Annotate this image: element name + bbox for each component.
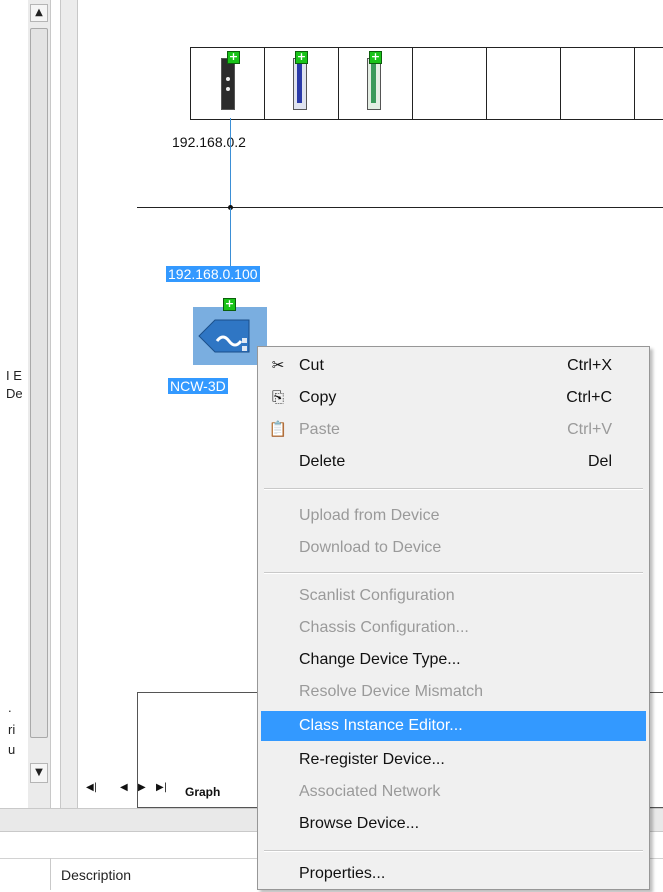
network-link [230,208,231,270]
menu-item-label: Copy [299,389,337,406]
expand-plus-icon[interactable]: + [227,51,240,64]
menu-item-shortcut: Ctrl+C [566,389,612,406]
scroll-thumb[interactable] [30,28,48,738]
left-panel [0,0,29,808]
menu-item-shortcut: Del [587,453,612,470]
menu-item-label: Associated Network [299,783,441,800]
expand-plus-icon[interactable]: + [369,51,382,64]
expand-plus-icon[interactable]: + [295,51,308,64]
chassis-slot[interactable]: + [191,48,265,119]
menu-item-associated-network[interactable]: Associated Network [261,777,646,807]
chassis-ip-label: 192.168.0.2 [172,134,246,150]
menu-item-change-device-type[interactable]: Change Device Type... [261,645,646,675]
menu-item-label: Browse Device... [299,815,420,832]
pane-splitter[interactable] [60,0,78,808]
clipped-text: I E [6,368,22,383]
context-menu: ✂ Cut Ctrl+X ⎘ Copy Ctrl+C 📋 Paste Ctrl+V Delete D… [257,346,650,890]
menu-item-resolve-device-mismatch[interactable]: Resolve Device Mismatch [261,677,646,707]
menu-item-upload-from-device[interactable]: Upload from Device [261,501,646,531]
network-bus [137,207,663,208]
menu-item-label: Change Device Type... [299,651,461,668]
copy-icon: ⎘ [271,389,284,406]
chassis-rack[interactable]: + + + [190,47,663,120]
clipped-text: u [8,742,16,757]
io-module-icon [367,58,381,110]
menu-item-label: Re-register Device... [299,751,445,768]
prev-sheet-button[interactable]: ◀ [120,782,128,793]
menu-item-label: Class Instance Editor... [299,717,463,734]
menu-item-shortcut: Ctrl+X [567,357,612,374]
menu-separator [264,850,643,852]
menu-item-copy[interactable]: ⎘ Copy Ctrl+C [261,383,646,413]
menu-item-delete[interactable]: Delete Del [261,447,646,477]
network-link [230,118,231,208]
menu-item-label: Cut [299,357,324,374]
menu-item-chassis-configuration[interactable]: Chassis Configuration... [261,613,646,643]
menu-item-label: Download to Device [299,539,442,556]
menu-item-label: Resolve Device Mismatch [299,683,484,700]
last-sheet-button[interactable]: ▶| [156,782,167,793]
tab-graph[interactable]: Graph [185,785,220,799]
next-sheet-button[interactable]: ▶ [138,782,146,793]
menu-item-properties[interactable]: Properties... [261,859,646,889]
menu-item-label: Scanlist Configuration [299,587,455,604]
clipped-text: De [6,386,23,401]
io-module-icon [293,58,307,110]
clipped-text: . [8,700,12,715]
menu-item-class-instance-editor[interactable]: Class Instance Editor... [261,711,646,741]
menu-item-cut[interactable]: ✂ Cut Ctrl+X [261,351,646,381]
device-arrow-icon [198,319,250,353]
adapter-module-icon [221,58,235,110]
first-sheet-button[interactable]: ◀| [86,782,97,793]
chassis-slot[interactable] [561,48,635,119]
chassis-slot[interactable]: + [339,48,413,119]
description-column-header[interactable]: Description [50,858,131,890]
menu-item-label: Properties... [299,865,386,882]
scroll-up-button[interactable]: ▲ [30,4,48,22]
menu-item-browse-device[interactable]: Browse Device... [261,809,646,839]
menu-item-label: Upload from Device [299,507,440,524]
menu-item-label: Delete [299,453,346,470]
menu-item-shortcut: Ctrl+V [567,421,612,438]
device-name-label[interactable]: NCW-3D [168,378,228,394]
scroll-down-button[interactable]: ▼ [30,763,48,783]
menu-item-download-to-device[interactable]: Download to Device [261,533,646,563]
expand-plus-icon[interactable]: + [223,298,236,311]
menu-item-label: Paste [299,421,340,438]
menu-separator [264,488,643,490]
paste-icon: 📋 [268,421,288,438]
chassis-slot[interactable] [635,48,663,119]
chassis-slot[interactable] [487,48,561,119]
menu-item-scanlist-configuration[interactable]: Scanlist Configuration [261,581,646,611]
menu-item-paste[interactable]: 📋 Paste Ctrl+V [261,415,646,445]
device-ip-label[interactable]: 192.168.0.100 [166,266,260,282]
scissors-icon: ✂ [271,357,285,374]
clipped-text: ri [8,722,16,737]
menu-item-label: Chassis Configuration... [299,619,469,636]
ncw-device-icon[interactable] [193,307,267,365]
menu-item-re-register-device[interactable]: Re-register Device... [261,745,646,775]
sheet-nav-bar: ◀| ◀ ▶ ▶| [80,778,270,804]
chassis-slot[interactable] [413,48,487,119]
chassis-slot[interactable]: + [265,48,339,119]
menu-separator [264,572,643,574]
